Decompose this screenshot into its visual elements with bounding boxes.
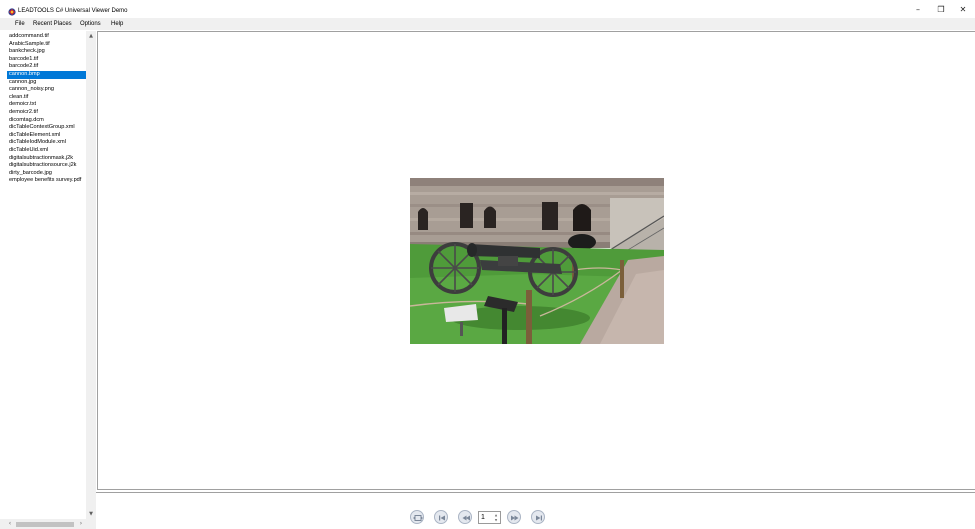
first-page-icon: [439, 515, 445, 521]
menu-help[interactable]: Help: [111, 20, 123, 28]
file-list-item[interactable]: dicTableUid.xml: [7, 147, 86, 155]
file-browser-panel: addcommand.tif ArabicSample.tif bankcheck.…: [0, 31, 96, 529]
file-list-item[interactable]: barcode2.tif: [7, 63, 86, 71]
restore-button[interactable]: ❒: [931, 3, 951, 17]
scroll-right-icon[interactable]: ›: [76, 519, 86, 529]
menu-options[interactable]: Options: [80, 20, 101, 28]
file-list-item[interactable]: dicTableIodModule.xml: [7, 139, 86, 147]
file-list-vertical-scrollbar[interactable]: ▲ ▼: [86, 31, 96, 519]
file-list-item[interactable]: dicTableContextGroup.xml: [7, 124, 86, 132]
menu-recent-places[interactable]: Recent Places: [33, 20, 72, 28]
previous-page-button[interactable]: [458, 510, 472, 524]
file-list-item[interactable]: clean.tif: [7, 94, 86, 102]
next-page-icon: [511, 515, 519, 521]
file-list-item[interactable]: dicTableElement.xml: [7, 132, 86, 140]
file-list-item[interactable]: digitalsubtractionsource.j2k: [7, 162, 86, 170]
last-page-icon: [536, 515, 542, 521]
menu-file[interactable]: File: [15, 20, 25, 28]
first-page-button[interactable]: [434, 510, 448, 524]
file-list-item[interactable]: cannon.jpg: [7, 79, 86, 87]
file-list-item[interactable]: cannon_noisy.png: [7, 86, 86, 94]
file-list-item[interactable]: cannon.bmp: [7, 71, 86, 79]
last-page-button[interactable]: [531, 510, 545, 524]
file-list-item[interactable]: demoicr.txt: [7, 101, 86, 109]
scroll-left-icon[interactable]: ‹: [5, 519, 15, 529]
window-title: LEADTOOLS C# Universal Viewer Demo: [18, 8, 128, 14]
previous-page-icon: [462, 515, 470, 521]
image-viewer[interactable]: [97, 31, 975, 490]
fit-page-icon: [413, 515, 423, 521]
file-list-item[interactable]: dicomtag.dcm: [7, 117, 86, 125]
scroll-up-icon[interactable]: ▲: [86, 31, 96, 41]
file-list-item[interactable]: digitalsubtractionmask.j2k: [7, 155, 86, 163]
file-list-item[interactable]: bankcheck.jpg: [7, 48, 86, 56]
file-list-item[interactable]: demoicr2.tif: [7, 109, 86, 117]
title-bar: LEADTOOLS C# Universal Viewer Demo – ❒ ✕: [0, 0, 975, 18]
fit-page-button[interactable]: [410, 510, 424, 524]
file-list-item[interactable]: ArabicSample.tif: [7, 41, 86, 49]
cannon-image: [410, 178, 664, 344]
app-icon: [8, 8, 16, 16]
horizontal-scroll-thumb[interactable]: [16, 522, 74, 527]
file-list-horizontal-scrollbar[interactable]: ‹ ›: [0, 519, 96, 529]
page-spinner-icon[interactable]: ▲ ▼: [493, 513, 499, 522]
pager-bar: 1 ▲ ▼: [96, 492, 975, 529]
next-page-button[interactable]: [507, 510, 521, 524]
menu-bar: File Recent Places Options Help: [0, 18, 975, 30]
close-button[interactable]: ✕: [953, 3, 973, 17]
file-list-item[interactable]: dirty_barcode.jpg: [7, 170, 86, 178]
minimize-button[interactable]: –: [908, 3, 928, 17]
file-list-item[interactable]: employee benefits survey.pdf: [7, 177, 86, 185]
file-list[interactable]: addcommand.tif ArabicSample.tif bankcheck.…: [0, 31, 86, 519]
page-number-input[interactable]: 1 ▲ ▼: [478, 511, 501, 524]
scroll-down-icon[interactable]: ▼: [86, 509, 96, 519]
file-list-item[interactable]: addcommand.tif: [7, 33, 86, 41]
current-page-value: 1: [481, 514, 485, 521]
file-list-item[interactable]: barcode1.tif: [7, 56, 86, 64]
